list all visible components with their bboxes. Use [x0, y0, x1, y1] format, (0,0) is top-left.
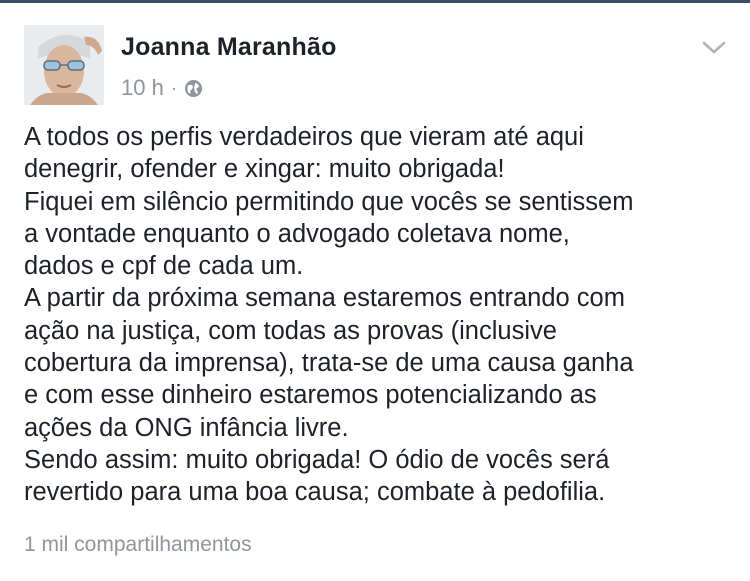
meta-separator: · [170, 77, 177, 98]
post-message: A todos os perfis verdadeiros que vieram… [24, 121, 734, 509]
post-text-line: ação na justiça, com todas as provas (in… [24, 316, 557, 345]
post-text-line: A todos os perfis verdadeiros que vieram… [24, 123, 584, 151]
post-text-line: a vontade enquanto o advogado coletava n… [24, 219, 570, 248]
shares-count-link[interactable]: 1 mil compartilhamentos [24, 533, 252, 557]
post-text-line: A partir da próxima semana estaremos ent… [24, 284, 625, 313]
post-text-line: dados e cpf de cada um. [24, 252, 304, 281]
post-text-line: revertido para uma boa causa; combate à … [24, 478, 606, 507]
profile-photo [24, 25, 104, 105]
post-text-line: Fiquei em silêncio permitindo que vocês … [24, 187, 634, 216]
post-timestamp[interactable]: 10 h [121, 75, 164, 101]
post-text-line: denegrir, ofender e xingar: muito obriga… [24, 155, 505, 184]
post-meta: 10 h · [121, 75, 203, 101]
post-card: Joanna Maranhão 10 h · A todos os perfis… [0, 3, 750, 581]
post-author-name[interactable]: Joanna Maranhão [121, 33, 337, 62]
post-text-line: cobertura da imprensa), trata-se de uma … [24, 349, 634, 378]
post-text-line: ações da ONG infância livre. [24, 413, 349, 442]
avatar[interactable] [24, 25, 104, 105]
post-text-line: e com esse dinheiro estaremos potenciali… [24, 381, 597, 410]
globe-icon[interactable] [184, 79, 203, 98]
post-text-line: Sendo assim: muito obrigada! O ódio de v… [24, 445, 610, 474]
chevron-down-icon[interactable] [701, 39, 727, 57]
